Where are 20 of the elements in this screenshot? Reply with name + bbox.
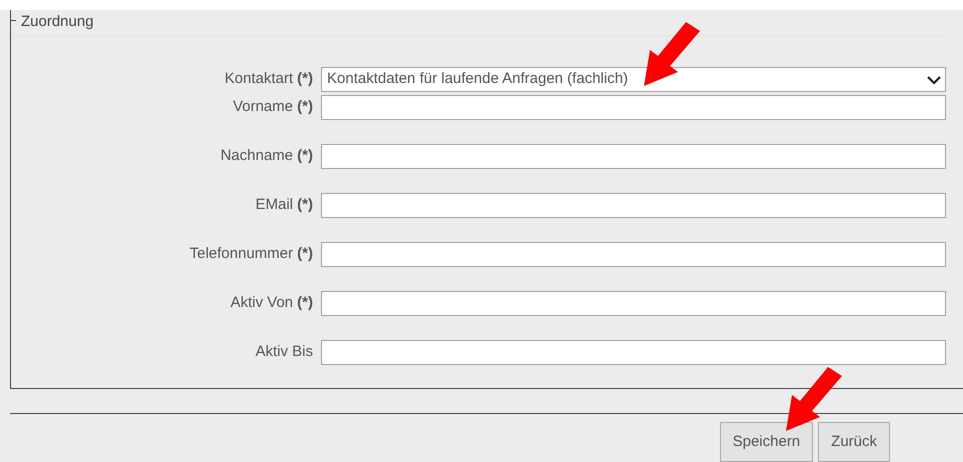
- contact-type-select[interactable]: Kontaktdaten für laufende Anfragen (fachlich): [321, 67, 946, 92]
- field-label: Telefonnummer (*): [188, 244, 314, 264]
- input-field[interactable]: [321, 340, 946, 365]
- field-label: Kontaktart (*): [224, 69, 314, 90]
- field-label: Vorname (*): [232, 97, 314, 118]
- field-label: Aktiv Bis: [254, 342, 314, 362]
- input-field[interactable]: [321, 144, 946, 169]
- fieldset-legend: Zuordnung: [21, 11, 94, 34]
- back-button[interactable]: Zurück: [818, 422, 890, 462]
- input-field[interactable]: [321, 95, 946, 120]
- input-field[interactable]: [321, 291, 946, 316]
- chevron-down-icon: [926, 74, 942, 86]
- arrow-icon: [784, 367, 842, 431]
- field-label: Aktiv Von (*): [229, 293, 314, 314]
- arrow-icon: [642, 22, 700, 86]
- field-label: Nachname (*): [219, 146, 314, 166]
- save-button[interactable]: Speichern: [720, 422, 814, 462]
- input-field[interactable]: [321, 242, 946, 267]
- field-label: EMail (*): [254, 195, 314, 216]
- input-field[interactable]: [321, 193, 946, 218]
